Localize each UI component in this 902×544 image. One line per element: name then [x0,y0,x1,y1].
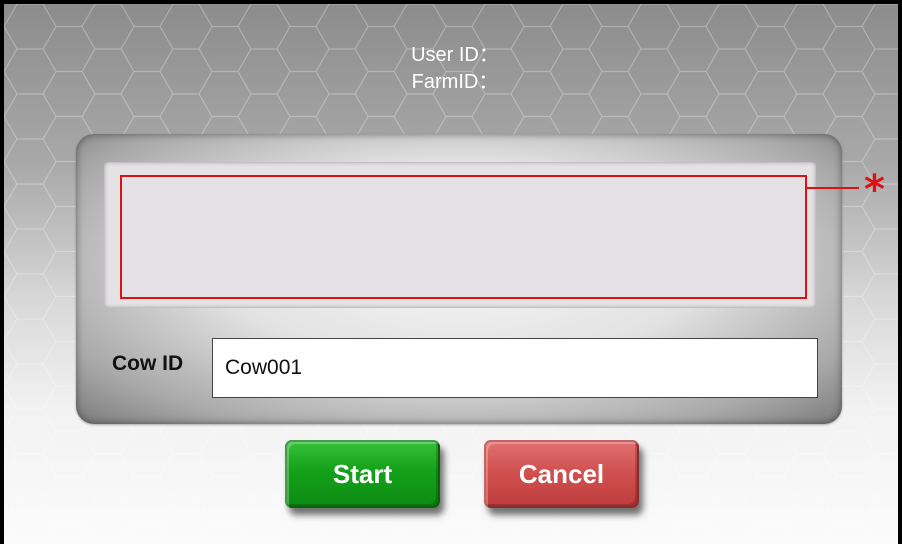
user-info: User ID： FarmID： [4,42,898,96]
start-button[interactable]: Start [285,440,440,508]
cow-id-label: Cow ID [112,352,184,375]
cancel-button-label: Cancel [518,459,605,489]
cancel-button[interactable]: Cancel [484,440,639,508]
start-button-label: Start [332,459,393,489]
required-leader-line [807,187,859,189]
cow-id-input[interactable] [212,338,818,398]
required-asterisk-icon: * [864,167,885,213]
required-field-highlight [120,175,807,299]
user-id-label: User ID： [411,44,499,66]
form-window: User ID： FarmID： * Cow ID Start Cancel [0,0,902,544]
farm-id-label: FarmID： [411,71,499,93]
